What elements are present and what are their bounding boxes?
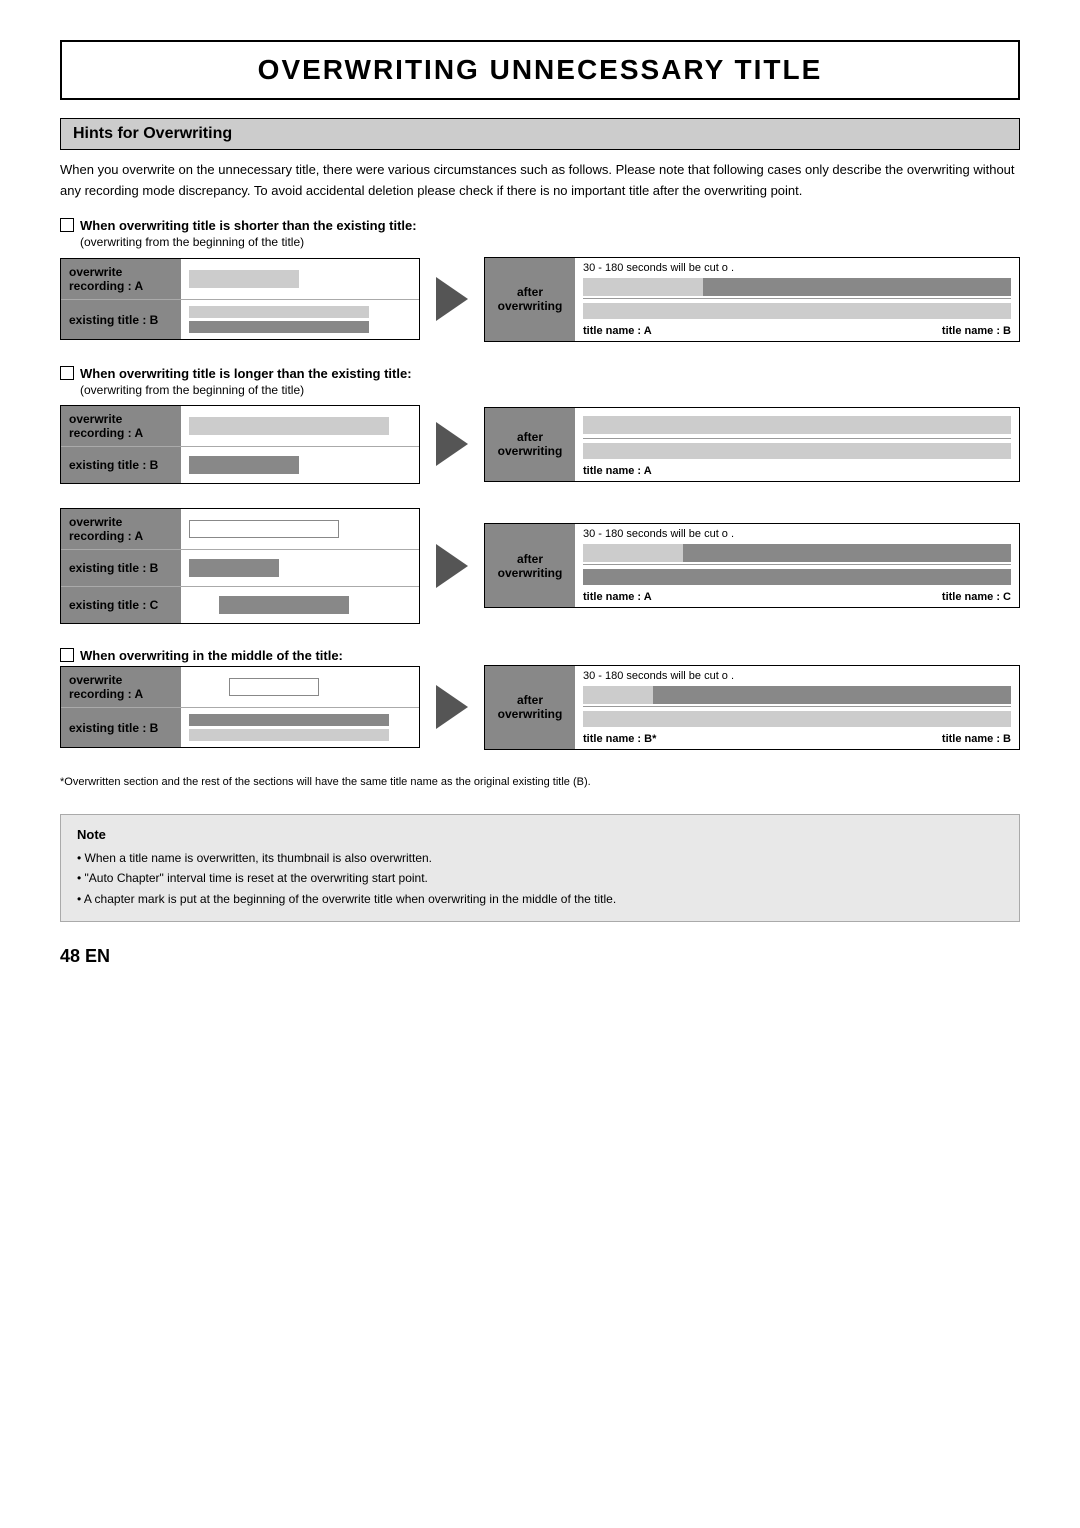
scenario4-footnote: *Overwritten section and the rest of the…: [60, 774, 1020, 791]
page-number: 48 EN: [60, 946, 1020, 967]
arrow-icon-4: [436, 685, 468, 729]
arrow-icon-2: [436, 422, 468, 466]
scenario2-bar-b: [181, 447, 419, 483]
section-header: Hints for Overwriting: [60, 118, 1020, 150]
scenario4-bar-b: [181, 708, 419, 747]
scenario3-block: overwrite recording : A existing title :…: [60, 508, 1020, 624]
scenario2-after-label: after overwriting: [485, 408, 575, 481]
scenario4-block: When overwriting in the middle of the ti…: [60, 648, 1020, 791]
note-item-2: • "Auto Chapter" interval time is reset …: [77, 868, 1003, 888]
checkbox-icon-4: [60, 648, 74, 662]
scenario3-arrow: [436, 544, 468, 588]
scenario4-right-visual: 30 - 180 seconds will be cut o . title n…: [575, 666, 1019, 749]
scenario1-cut-note: 30 - 180 seconds will be cut o .: [575, 258, 1019, 276]
checkbox-icon-1: [60, 218, 74, 232]
scenario4-title: When overwriting in the middle of the ti…: [60, 648, 1020, 663]
scenario3-title-c: title name : C: [942, 591, 1011, 603]
scenario2-title-labels: title name : A: [575, 463, 1019, 481]
scenario3-bar-b: [181, 550, 419, 586]
scenario2-right: after overwriting title name : A: [484, 407, 1020, 482]
scenario2-bar-a: [181, 406, 419, 446]
scenario3-after-label: after overwriting: [485, 524, 575, 607]
scenario4-arrow: [436, 685, 468, 729]
scenario3-left: overwrite recording : A existing title :…: [60, 508, 420, 624]
scenario2-title-a: title name : A: [583, 465, 652, 477]
scenario4-title-b-star: title name : B*: [583, 733, 656, 745]
scenario4-diagram: overwrite recording : A existing title :…: [60, 665, 1020, 750]
note-item-3: • A chapter mark is put at the beginning…: [77, 889, 1003, 909]
scenario3-cut-note: 30 - 180 seconds will be cut o .: [575, 524, 1019, 542]
scenario3-right: after overwriting 30 - 180 seconds will …: [484, 523, 1020, 608]
scenario4-title-labels: title name : B* title name : B: [575, 731, 1019, 749]
scenario3-right-visual: 30 - 180 seconds will be cut o . title n…: [575, 524, 1019, 607]
checkbox-icon-2: [60, 366, 74, 380]
scenario2-diagram: overwrite recording : A existing title :…: [60, 405, 1020, 484]
scenario3-bar-c: [181, 587, 419, 623]
scenario2-title: When overwriting title is longer than th…: [60, 366, 1020, 381]
scenario4-label-b: existing title : B: [61, 708, 181, 747]
scenario3-title-labels: title name : A title name : C: [575, 589, 1019, 607]
arrow-icon-3: [436, 544, 468, 588]
scenario2-label-a: overwrite recording : A: [61, 406, 181, 446]
scenario2-block: When overwriting title is longer than th…: [60, 366, 1020, 484]
scenario3-label-b: existing title : B: [61, 550, 181, 586]
scenario1-left: overwrite recording : A existing title :…: [60, 258, 420, 340]
scenario4-after-label: after overwriting: [485, 666, 575, 749]
scenario1-title-a: title name : A: [583, 325, 652, 337]
scenario3-diagram: overwrite recording : A existing title :…: [60, 508, 1020, 624]
scenario1-after-label: after overwriting: [485, 258, 575, 341]
scenario2-label-b: existing title : B: [61, 447, 181, 483]
scenario1-title-labels: title name : A title name : B: [575, 323, 1019, 341]
scenario2-subtitle: (overwriting from the beginning of the t…: [80, 383, 1020, 397]
scenario2-right-visual: title name : A: [575, 408, 1019, 481]
scenario4-bar-a: [181, 667, 419, 707]
scenario1-subtitle: (overwriting from the beginning of the t…: [80, 235, 1020, 249]
scenario1-title-b: title name : B: [942, 325, 1011, 337]
scenario4-cut-note: 30 - 180 seconds will be cut o .: [575, 666, 1019, 684]
note-items: • When a title name is overwritten, its …: [77, 848, 1003, 909]
intro-text: When you overwrite on the unnecessary ti…: [60, 160, 1020, 202]
scenario1-arrow: [436, 277, 468, 321]
scenario1-right: after overwriting 30 - 180 seconds will …: [484, 257, 1020, 342]
scenario3-label-c: existing title : C: [61, 587, 181, 623]
scenario1-block: When overwriting title is shorter than t…: [60, 218, 1020, 342]
scenario3-bar-a: [181, 509, 419, 549]
scenario4-label-a: overwrite recording : A: [61, 667, 181, 707]
note-box: Note • When a title name is overwritten,…: [60, 814, 1020, 922]
note-title: Note: [77, 827, 1003, 842]
scenario1-title: When overwriting title is shorter than t…: [60, 218, 1020, 233]
scenario4-left: overwrite recording : A existing title :…: [60, 666, 420, 748]
arrow-icon-1: [436, 277, 468, 321]
page-title: OVERWRITING UNNECESSARY TITLE: [60, 40, 1020, 100]
scenario3-label-a: overwrite recording : A: [61, 509, 181, 549]
scenario1-diagram: overwrite recording : A existing title :…: [60, 257, 1020, 342]
scenario1-label-a: overwrite recording : A: [61, 259, 181, 299]
scenario1-bar-b: [181, 300, 419, 339]
note-item-1: • When a title name is overwritten, its …: [77, 848, 1003, 868]
scenario1-bar-a: [181, 259, 419, 299]
scenario1-right-visual: 30 - 180 seconds will be cut o . title n…: [575, 258, 1019, 341]
scenario1-label-b: existing title : B: [61, 300, 181, 339]
scenario2-arrow: [436, 422, 468, 466]
scenario4-right: after overwriting 30 - 180 seconds will …: [484, 665, 1020, 750]
scenario3-title-a: title name : A: [583, 591, 652, 603]
scenario4-title-b: title name : B: [942, 733, 1011, 745]
scenario2-left: overwrite recording : A existing title :…: [60, 405, 420, 484]
